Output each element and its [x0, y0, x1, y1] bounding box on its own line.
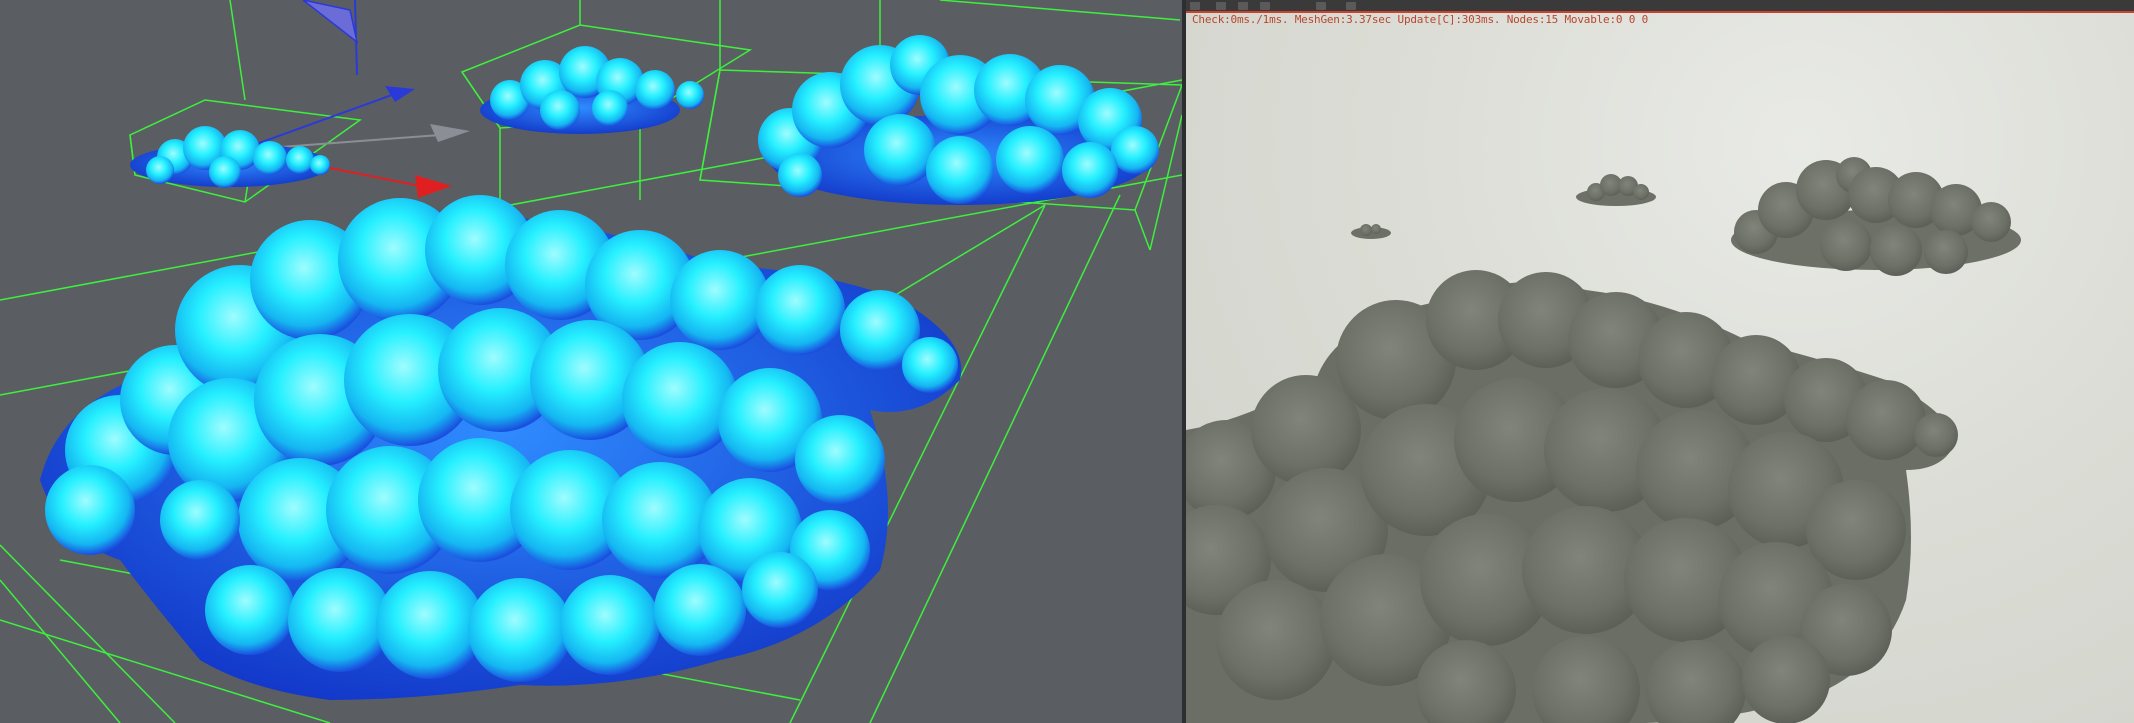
gizmo-x-arrow-icon: [415, 175, 452, 198]
gizmo-y-arrow-icon: [385, 86, 415, 102]
cloud-small-debug[interactable]: [130, 126, 330, 188]
cloud-large-render[interactable]: [1186, 270, 1958, 723]
cloud-small-render[interactable]: [1576, 174, 1656, 206]
cloud-large-debug[interactable]: [40, 195, 962, 700]
debug-viewport[interactable]: [0, 0, 1182, 723]
cloud-far-debug[interactable]: [758, 35, 1159, 205]
cloud-right-render[interactable]: [1731, 157, 2021, 276]
cloud-mid-debug[interactable]: [480, 46, 704, 134]
cloud-tiny-render[interactable]: [1351, 224, 1391, 239]
gizmo-plane-icon: [302, 0, 359, 44]
debug-scene: [0, 0, 1182, 723]
render-viewport[interactable]: Check:0ms./1ms. MeshGen:3.37sec Update[C…: [1186, 0, 2134, 723]
gizmo-z-arrow-icon: [430, 124, 470, 142]
editor-screen: Check:0ms./1ms. MeshGen:3.37sec Update[C…: [0, 0, 2134, 723]
render-scene: [1186, 157, 2021, 723]
